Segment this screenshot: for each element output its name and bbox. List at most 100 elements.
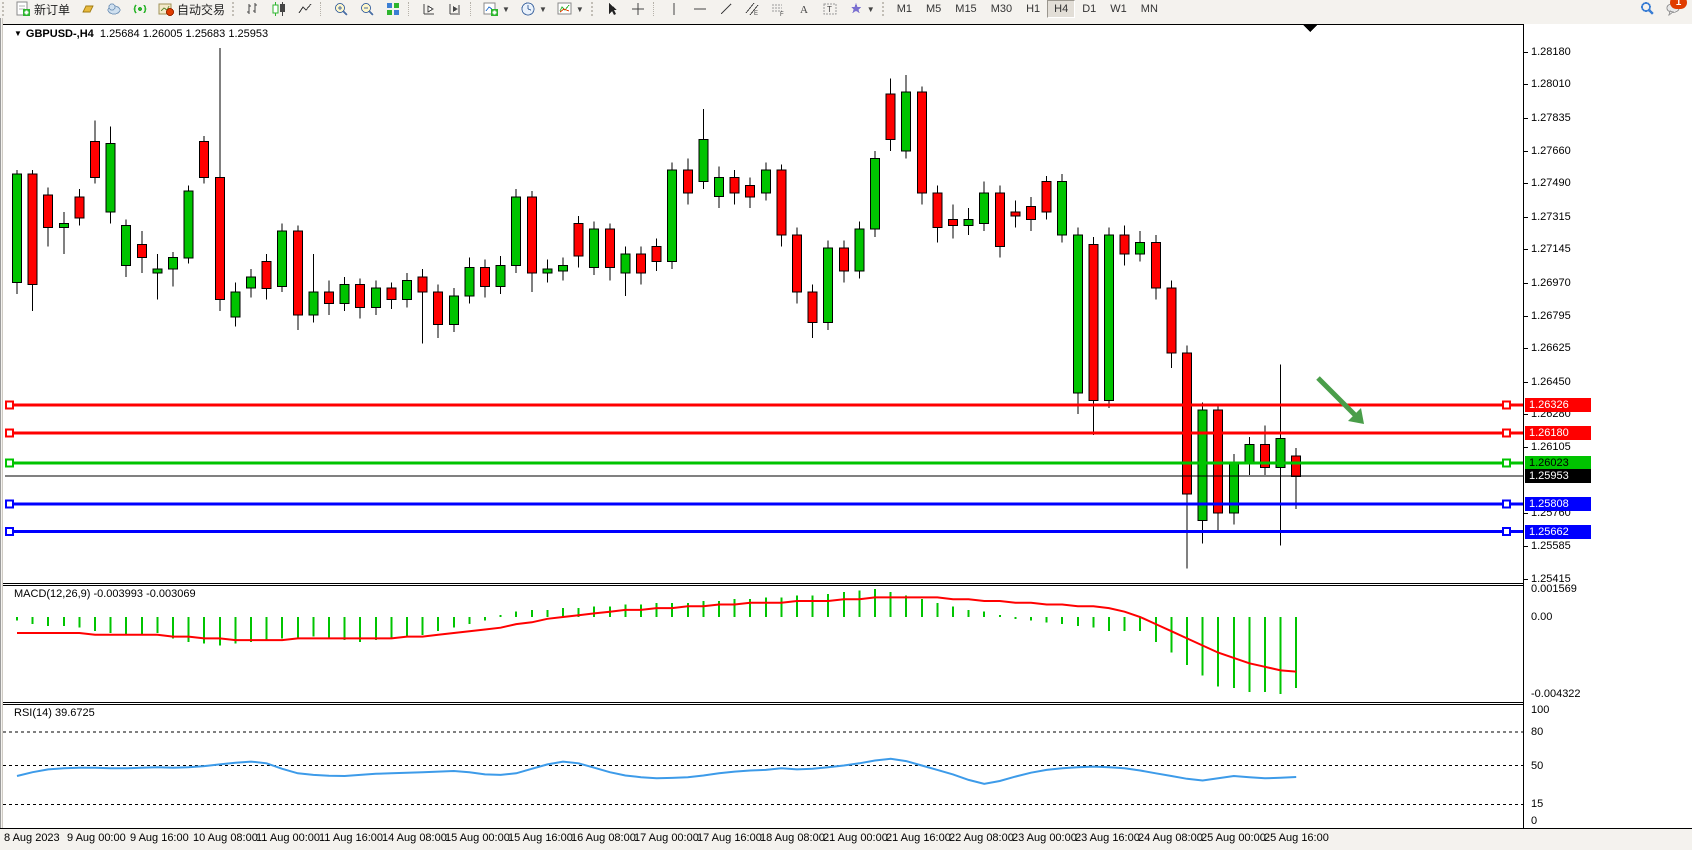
vertical-line-tool[interactable] <box>661 0 687 19</box>
mt4-window: 新订单 自动交易 <box>0 0 1692 850</box>
main-chart[interactable] <box>3 24 1523 583</box>
trendline-tool[interactable] <box>713 0 739 19</box>
date-label: 14 Aug 08:00 <box>382 832 447 844</box>
search-button[interactable] <box>1634 0 1660 19</box>
signals-button[interactable] <box>127 0 153 19</box>
symbol-name: GBPUSD-,H4 <box>26 28 94 40</box>
channel-tool[interactable]: E <box>739 0 765 19</box>
label-tool[interactable]: T <box>817 0 843 19</box>
bar-chart-icon <box>245 1 261 17</box>
level-price-label: 1.25953 <box>1525 469 1591 483</box>
new-order-button[interactable]: 新订单 <box>10 0 75 19</box>
vertical-line-icon <box>666 1 682 17</box>
period-button-h4[interactable]: H4 <box>1047 0 1075 18</box>
pane-separator[interactable] <box>3 702 1692 703</box>
rsi-axis-label: 100 <box>1531 704 1549 716</box>
rsi-pane[interactable] <box>3 704 1523 827</box>
level-price-label: 1.26023 <box>1525 456 1591 470</box>
level-price-label: 1.25662 <box>1525 525 1591 539</box>
cursor-icon <box>604 1 620 17</box>
chat-button[interactable]: 1 <box>1660 0 1686 19</box>
price-tick: 1.25585 <box>1531 540 1571 552</box>
tile-windows-button[interactable] <box>380 0 406 19</box>
svg-text:A: A <box>800 4 808 16</box>
period-button-m30[interactable]: M30 <box>984 0 1019 18</box>
price-tick: 1.28180 <box>1531 46 1571 58</box>
time-axis[interactable]: 8 Aug 20239 Aug 00:009 Aug 16:0010 Aug 0… <box>0 828 1692 850</box>
zoom-in-button[interactable] <box>328 0 354 19</box>
svg-text:F: F <box>780 12 784 17</box>
cursor-tool-button[interactable] <box>599 0 625 19</box>
period-button-m15[interactable]: M15 <box>948 0 983 18</box>
chart-shift-marker[interactable] <box>1303 25 1317 32</box>
toolbar-separator <box>320 2 326 16</box>
clock-icon <box>520 1 536 17</box>
chart-shift-button[interactable] <box>442 0 468 19</box>
period-button-d1[interactable]: D1 <box>1075 0 1103 18</box>
line-chart-icon <box>297 1 313 17</box>
channel-icon: E <box>744 1 760 17</box>
toolbar-separator <box>470 2 476 16</box>
candle-chart-icon <box>271 1 287 17</box>
price-axis[interactable]: 1.281801.280101.278351.276601.274901.273… <box>1524 24 1692 827</box>
svg-text:E: E <box>754 11 758 17</box>
timeframes-button[interactable]: ▼ <box>515 0 552 19</box>
period-button-w1[interactable]: W1 <box>1103 0 1134 18</box>
macd-pane[interactable] <box>3 585 1523 702</box>
collapse-icon[interactable]: ▼ <box>14 29 22 38</box>
market-watch-button[interactable] <box>75 0 101 19</box>
toolbar-grip <box>591 2 597 16</box>
price-tick: 1.28010 <box>1531 78 1571 90</box>
macd-axis-label: 0.001569 <box>1531 583 1577 595</box>
date-label: 21 Aug 00:00 <box>823 832 888 844</box>
fibonacci-tool[interactable]: F <box>765 0 791 19</box>
zoom-out-button[interactable] <box>354 0 380 19</box>
date-label: 17 Aug 16:00 <box>697 832 762 844</box>
text-icon: A <box>796 1 812 17</box>
macd-header: MACD(12,26,9) -0.003993 -0.003069 <box>14 588 196 600</box>
add-indicator-icon <box>483 1 499 17</box>
macd-axis-label: 0.00 <box>1531 611 1552 623</box>
toolbar-separator <box>408 2 414 16</box>
period-button-m5[interactable]: M5 <box>919 0 948 18</box>
horizontal-line-tool[interactable] <box>687 0 713 19</box>
date-label: 25 Aug 00:00 <box>1201 832 1266 844</box>
notification-badge[interactable]: 1 <box>1670 0 1687 9</box>
templates-button[interactable]: ▼ <box>552 0 589 19</box>
price-tick: 1.27315 <box>1531 211 1571 223</box>
text-tool[interactable]: A <box>791 0 817 19</box>
new-order-icon <box>15 1 31 17</box>
autotrading-icon <box>158 1 174 17</box>
date-label: 11 Aug 00:00 <box>256 832 320 844</box>
price-tick: 1.26625 <box>1531 342 1571 354</box>
date-label: 17 Aug 00:00 <box>634 832 699 844</box>
line-chart-button[interactable] <box>292 0 318 19</box>
date-label: 15 Aug 16:00 <box>508 832 573 844</box>
period-button-mn[interactable]: MN <box>1134 0 1165 18</box>
toolbar-grip <box>2 2 8 16</box>
pane-separator[interactable] <box>3 583 1692 584</box>
crosshair-tool-button[interactable] <box>625 0 651 19</box>
autotrading-button[interactable]: 自动交易 <box>153 0 230 19</box>
candle-chart-button[interactable] <box>266 0 292 19</box>
macd-histogram <box>16 589 1297 694</box>
indicators-button[interactable]: ▼ <box>478 0 515 19</box>
auto-scroll-icon <box>421 1 437 17</box>
bar-chart-button[interactable] <box>240 0 266 19</box>
rsi-axis-label: 0 <box>1531 815 1537 827</box>
data-window-button[interactable] <box>101 0 127 19</box>
auto-scroll-button[interactable] <box>416 0 442 19</box>
chart-shift-icon <box>447 1 463 17</box>
period-button-m1[interactable]: M1 <box>890 0 919 18</box>
level-price-label: 1.26326 <box>1525 398 1591 412</box>
rsi-levels <box>3 732 1523 804</box>
price-tick: 1.27660 <box>1531 145 1571 157</box>
fibonacci-icon: F <box>770 1 786 17</box>
period-button-h1[interactable]: H1 <box>1019 0 1047 18</box>
trend-arrow-annotation[interactable] <box>1318 378 1364 424</box>
rsi-line <box>17 759 1296 784</box>
toolbar-grip <box>882 2 888 16</box>
window-left-edge <box>0 18 1 850</box>
arrows-tool[interactable]: ▼ <box>843 0 880 19</box>
date-label: 15 Aug 00:00 <box>445 832 510 844</box>
